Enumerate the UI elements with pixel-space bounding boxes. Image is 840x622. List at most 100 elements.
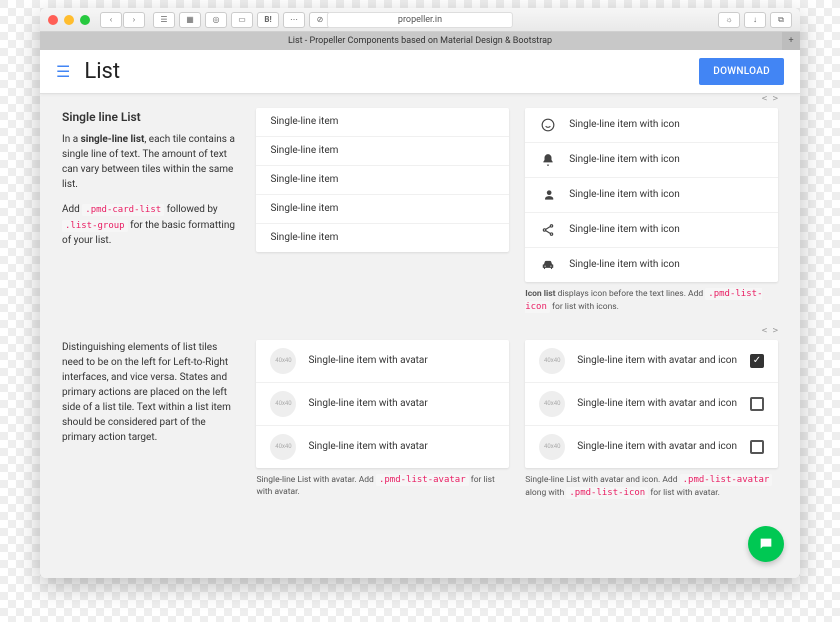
section-single-line: < > Single line List In a single-line li… <box>62 108 778 314</box>
list-item-label: Single-line item with icon <box>569 119 764 131</box>
emoji-icon <box>539 116 557 134</box>
bell-icon <box>539 151 557 169</box>
code-toggle[interactable]: < > <box>762 326 778 336</box>
list-item[interactable]: Single-line item with icon <box>525 143 778 178</box>
toolbar-icon[interactable]: ☼ <box>718 12 740 28</box>
browser-titlebar: ‹ › ☰ ▦ ◎ ▭ B! ⋯ ⊘ ▣ propeller.in ☼ ↓ ⧉ <box>40 8 800 32</box>
list-item-label: Single-line item <box>270 145 495 157</box>
list-item-label: Single-line item with icon <box>569 259 764 271</box>
list-item[interactable]: 40x40 Single-line item with avatar and i… <box>525 383 778 426</box>
list-item[interactable]: Single-line item with icon <box>525 213 778 248</box>
checkbox-icon[interactable]: ✓ <box>750 354 764 368</box>
desc-text: Distinguishing elements of list tiles ne… <box>62 340 240 445</box>
avatar-icon: 40x40 <box>539 434 565 460</box>
list-item[interactable]: Single-line item with icon <box>525 248 778 282</box>
close-window-icon[interactable] <box>48 15 58 25</box>
list-item[interactable]: 40x40 Single-line item with avatar <box>256 383 509 426</box>
list-item-label: Single-line item with avatar and icon <box>577 398 738 410</box>
list-item-label: Single-line item <box>270 232 495 244</box>
caption-text: for list with icons. <box>550 302 619 312</box>
checkbox-icon[interactable] <box>750 397 764 411</box>
code-snippet: .pmd-list-avatar <box>680 474 773 486</box>
zoom-window-icon[interactable] <box>80 15 90 25</box>
list-item-label: Single-line item with avatar <box>308 398 495 410</box>
car-icon <box>539 256 557 274</box>
list-item[interactable]: Single-line item with icon <box>525 108 778 143</box>
desc-bold: single-line list <box>81 134 145 145</box>
list-item[interactable]: 40x40 Single-line item with avatar and i… <box>525 426 778 468</box>
download-toolbar-icon[interactable]: ↓ <box>744 12 766 28</box>
traffic-lights <box>48 15 90 25</box>
list-item-label: Single-line item with avatar <box>308 355 495 367</box>
list-item-label: Single-line item with icon <box>569 189 764 201</box>
page-title: List <box>84 59 699 84</box>
section-avatar: < > Distinguishing elements of list tile… <box>62 340 778 500</box>
list-item-label: Single-line item with icon <box>569 154 764 166</box>
avatar-list-card: 40x40 Single-line item with avatar 40x40… <box>256 340 509 468</box>
code-snippet: .list-group <box>62 220 128 232</box>
list-item-label: Single-line item <box>270 116 495 128</box>
list-item[interactable]: Single-line item <box>256 166 509 195</box>
caption-text: Single-line List with avatar and icon. A… <box>525 475 679 485</box>
icon-list-caption: Icon list displays icon before the text … <box>525 288 778 314</box>
desc-text: followed by <box>164 204 217 215</box>
toolbar-icon[interactable]: B! <box>257 12 279 28</box>
chat-fab[interactable] <box>748 526 784 562</box>
avatar-icon: 40x40 <box>539 391 565 417</box>
toolbar-icon[interactable]: ▭ <box>231 12 253 28</box>
toolbar-icon[interactable]: ◎ <box>205 12 227 28</box>
app-header: ☰ List DOWNLOAD <box>40 50 800 94</box>
toolbar-icon[interactable]: ☰ <box>153 12 175 28</box>
list-item[interactable]: Single-line item with icon <box>525 178 778 213</box>
address-bar[interactable]: propeller.in <box>327 12 513 28</box>
minimize-window-icon[interactable] <box>64 15 74 25</box>
person-add-icon <box>539 186 557 204</box>
browser-tab[interactable]: List - Propeller Components based on Mat… <box>40 32 800 50</box>
forward-button[interactable]: › <box>123 12 145 28</box>
back-button[interactable]: ‹ <box>100 12 122 28</box>
section-heading: Single line List <box>62 108 240 126</box>
code-toggle[interactable]: < > <box>762 94 778 104</box>
list-item-label: Single-line item <box>270 203 495 215</box>
list-item[interactable]: Single-line item <box>256 195 509 224</box>
new-tab-button[interactable]: + <box>782 32 800 50</box>
list-item-label: Single-line item with icon <box>569 224 764 236</box>
avatar-icon: 40x40 <box>270 348 296 374</box>
avatar-icon: 40x40 <box>270 391 296 417</box>
tab-title: List - Propeller Components based on Mat… <box>288 36 552 46</box>
section-description: Single line List In a single-line list, … <box>62 108 240 314</box>
list-item-label: Single-line item with avatar <box>308 441 495 453</box>
list-item-label: Single-line item <box>270 174 495 186</box>
tabs-icon[interactable]: ⧉ <box>770 12 792 28</box>
list-item[interactable]: 40x40 Single-line item with avatar <box>256 340 509 383</box>
hamburger-icon[interactable]: ☰ <box>56 62 70 81</box>
list-item-label: Single-line item with avatar and icon <box>577 355 738 367</box>
caption-text: Single-line List with avatar. Add <box>256 475 376 485</box>
list-item[interactable]: Single-line item <box>256 224 509 252</box>
checkbox-icon[interactable] <box>750 440 764 454</box>
list-item[interactable]: 40x40 Single-line item with avatar <box>256 426 509 468</box>
caption-bold: Icon list <box>525 289 555 299</box>
avatar-icon-list-caption: Single-line List with avatar and icon. A… <box>525 474 778 500</box>
list-item[interactable]: Single-line item <box>256 108 509 137</box>
page-content: ☰ List DOWNLOAD < > Single line List In … <box>40 50 800 578</box>
section-description: Distinguishing elements of list tiles ne… <box>62 340 240 500</box>
browser-window: ‹ › ☰ ▦ ◎ ▭ B! ⋯ ⊘ ▣ propeller.in ☼ ↓ ⧉ … <box>40 8 800 578</box>
caption-text: for list with avatar. <box>648 488 720 498</box>
code-snippet: .pmd-card-list <box>82 204 164 216</box>
avatar-list-caption: Single-line List with avatar. Add .pmd-l… <box>256 474 509 499</box>
toolbar-icon[interactable]: ▦ <box>179 12 201 28</box>
code-snippet: .pmd-list-avatar <box>376 474 469 486</box>
list-item[interactable]: 40x40 Single-line item with avatar and i… <box>525 340 778 383</box>
desc-text: In a <box>62 134 81 145</box>
caption-text: along with <box>525 488 566 498</box>
download-button[interactable]: DOWNLOAD <box>699 58 784 85</box>
toolbar-icon[interactable]: ⋯ <box>283 12 305 28</box>
avatar-icon: 40x40 <box>270 434 296 460</box>
desc-text: Add <box>62 204 82 215</box>
share-icon <box>539 221 557 239</box>
plain-list-card: Single-line item Single-line item Single… <box>256 108 509 252</box>
list-item[interactable]: Single-line item <box>256 137 509 166</box>
code-snippet: .pmd-list-icon <box>566 487 648 499</box>
avatar-icon-list-card: 40x40 Single-line item with avatar and i… <box>525 340 778 468</box>
